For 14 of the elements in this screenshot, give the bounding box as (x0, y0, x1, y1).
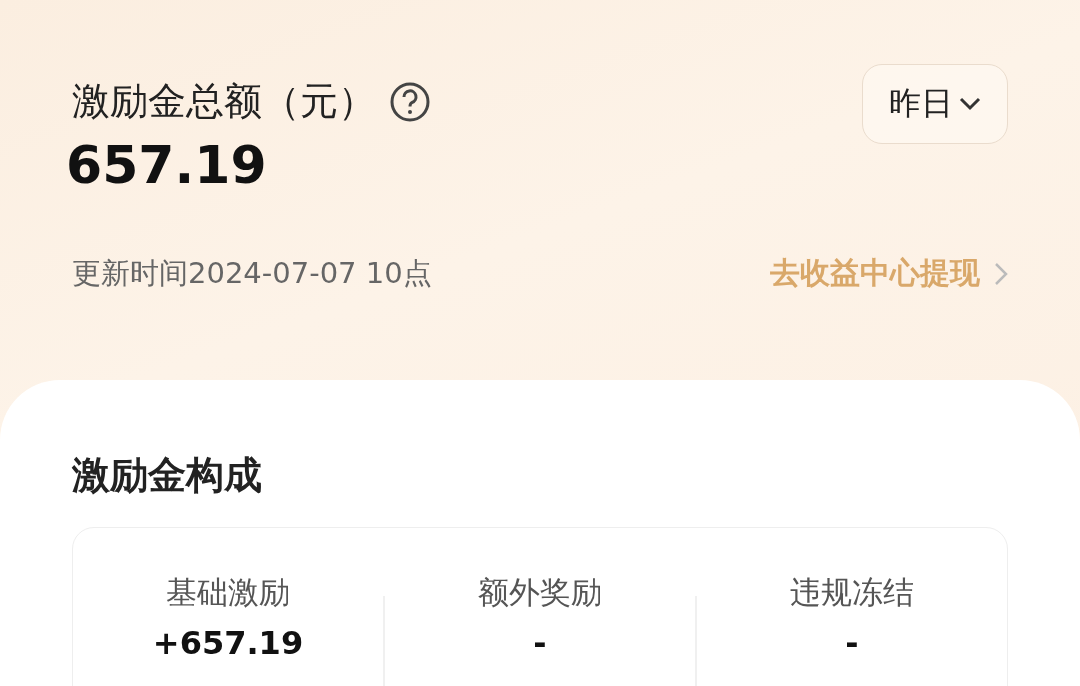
help-icon[interactable] (390, 81, 430, 122)
item-value: - (533, 624, 547, 662)
period-dropdown[interactable]: 昨日 (862, 64, 1008, 144)
item-value: +657.19 (152, 624, 304, 662)
item-value: - (845, 624, 859, 662)
item-label: 违规冻结 (790, 573, 914, 612)
section-title: 激励金构成 (72, 452, 263, 499)
update-time: 更新时间2024-07-07 10点 (72, 254, 432, 292)
chevron-right-icon (994, 261, 1008, 286)
item-label: 额外奖励 (478, 573, 602, 612)
chevron-down-icon (959, 97, 981, 111)
item-label: 基础激励 (166, 573, 290, 612)
page-title: 激励金总额（元） (72, 78, 376, 125)
total-amount: 657.19 (66, 135, 268, 195)
